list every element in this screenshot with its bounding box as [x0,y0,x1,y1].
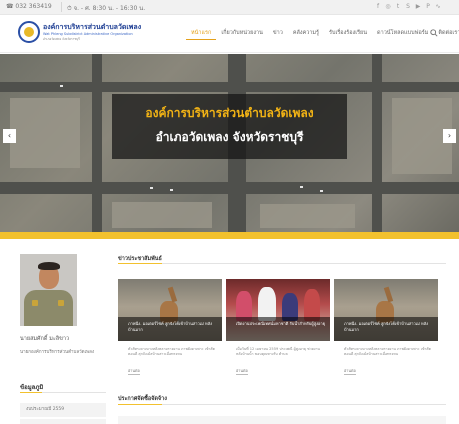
rss-icon[interactable]: ∿ [435,3,441,10]
logo-icon[interactable] [18,21,40,43]
thumbnail-person [258,287,276,321]
skype-icon[interactable]: S [405,3,411,10]
news-card-excerpt: ตัวลัทรงถางบางหลังหลายรายงาน ภาพยังดาเพา… [128,347,215,356]
hero-banner: องค์การบริหารส่วนตำบลวัดเพลง อำเภอวัดเพล… [112,94,347,159]
news-card-title[interactable]: ภาพนิ่ง. มอเตอร์ไซค์ สูกจังโค้เข้าบ้านสา… [128,321,218,332]
hero-car [320,190,323,192]
news-thumbnail[interactable]: ภาพนิ่ง. มอเตอร์ไซค์ สูกจังโค้เข้าบ้านสา… [118,279,222,341]
sidebar-heading: ข้อมูลภูมิ [20,384,44,391]
photo-badge [32,300,38,306]
nav-item-1[interactable]: หน้าแรก [186,28,217,40]
news-heading: ข่าวประชาสัมพันธ์ [118,256,162,262]
instagram-icon[interactable]: ◎ [385,3,391,10]
facebook-icon[interactable]: f [375,3,381,10]
underline-accent [118,404,162,405]
news-thumbnail[interactable]: เปิดงานประเพณีเทศน์มหาชาติ รับน้ำสำหรับผ… [226,279,330,341]
slider-next-button[interactable]: › [443,129,456,143]
underline-accent [20,392,42,393]
photo-uniform [24,290,73,326]
site-brand-district: อำเภอวัดเพลง จังหวัดราชบุรี [43,37,80,41]
top-info-bar: ☎ 032 363419 ⏱ จ. - ศ. 8:30 น. - 16:30 น… [0,0,459,15]
nav-item-6[interactable]: ดาวน์โหลดแบบฟอร์ม [372,28,433,40]
social-links: f ◎ t S ▶ P ∿ [375,3,441,10]
hero-block [10,98,80,168]
main-nav: หน้าแรก เกี่ยวกับหน่วยงาน ข่าว คลังความรู้ร… [186,28,459,40]
hero-subtitle: อำเภอวัดเพลง จังหวัดราชบุรี [155,130,304,144]
pinterest-icon[interactable]: P [425,3,431,10]
hero-block [260,204,355,228]
hero-car [300,186,303,188]
site-brand-subtitle: Wat Phleng Subdistrict Administrative Or… [43,32,133,36]
news-card[interactable]: เปิดงานประเพณีเทศน์มหาชาติ รับน้ำสำหรับผ… [226,279,330,375]
read-more-link[interactable]: อ่านต่อ [128,368,140,375]
hero-car [60,85,63,87]
read-more-link[interactable]: อ่านต่อ [236,368,248,375]
mayor-title: นายกองค์การบริหารส่วนตำบลวัดเพลง [20,350,95,355]
sidebar-item[interactable] [20,419,106,424]
accent-bar [0,232,459,239]
hero-car [170,189,173,191]
news-card-title[interactable]: เปิดงานประเพณีเทศน์มหาชาติ รับน้ำสำหรับผ… [236,321,326,327]
mayor-name: นายสมศักดิ์ มะลิขาว [20,336,70,342]
hero-road [92,54,102,232]
news-card-title[interactable]: ภาพนิ่ง. มอเตอร์ไซค์ สูกจังโค้เข้าบ้านสา… [344,321,434,332]
youtube-icon[interactable]: ▶ [415,3,421,10]
news-heading-underline [118,263,446,264]
news-card[interactable]: ภาพนิ่ง. มอเตอร์ไซค์ สูกจังโค้เข้าบ้านสา… [334,279,438,375]
phone-number: 032 363419 [15,3,52,10]
office-hours-text: จ. - ศ. 8:30 น. - 16:30 น. [73,5,146,12]
news-card-excerpt: ตัวลัทรงถางบางหลังหลายรายงาน ภาพยังดาเพา… [344,347,431,356]
sidebar-heading-underline [20,392,106,393]
hero-block [112,202,212,228]
site-header: องค์การบริหารส่วนตำบลวัดเพลง Wat Phleng … [0,15,459,53]
mayor-photo [20,254,77,326]
hero-road [372,54,382,232]
nav-item-3[interactable]: ข่าว [268,28,288,40]
office-hours: ⏱ จ. - ศ. 8:30 น. - 16:30 น. [67,5,146,12]
divider [61,2,62,12]
read-more-link[interactable]: อ่านต่อ [344,368,356,375]
hero-slider: องค์การบริหารส่วนตำบลวัดเพลง อำเภอวัดเพล… [0,54,459,232]
twitter-icon[interactable]: t [395,3,401,10]
news-card-excerpt: เมื่อวันที่ 12 เมษายน 2559 ประเพณี ผู้สู… [236,347,320,356]
sidebar-item-budget[interactable]: งบประมาณปี 2559 [20,403,106,417]
news-card[interactable]: ภาพนิ่ง. มอเตอร์ไซค์ สูกจังโค้เข้าบ้านสา… [118,279,222,375]
procurement-list [118,416,446,424]
search-icon[interactable] [430,29,438,37]
phone-text: ☎ 032 363419 [6,3,52,10]
nav-item-4[interactable]: คลังความรู้ [288,28,324,40]
procurement-heading: ประกาศจัดซื้อจัดจ้าง [118,396,167,402]
slider-prev-button[interactable]: ‹ [3,129,16,143]
nav-item-5[interactable]: รับเรื่องร้องเรียน [324,28,372,40]
nav-item-2[interactable]: เกี่ยวกับหน่วยงาน [216,28,268,40]
hero-title: องค์การบริหารส่วนตำบลวัดเพลง [145,106,314,120]
procurement-heading-underline [118,404,446,405]
photo-badge [58,300,64,306]
hero-car [150,187,153,189]
underline-accent [118,263,162,264]
photo-hair [38,262,60,270]
news-thumbnail[interactable]: ภาพนิ่ง. มอเตอร์ไซค์ สูกจังโค้เข้าบ้านสา… [334,279,438,341]
